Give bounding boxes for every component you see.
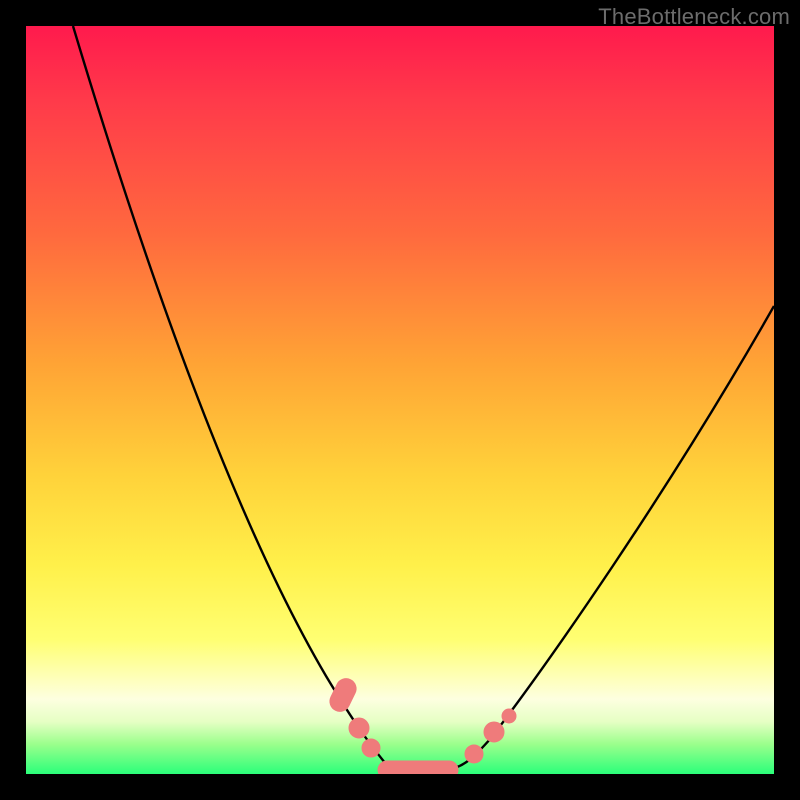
bottleneck-curve: [73, 26, 774, 771]
chart-svg: [26, 26, 774, 774]
chart-frame: TheBottleneck.com: [0, 0, 800, 800]
plot-area: [26, 26, 774, 774]
watermark-text: TheBottleneck.com: [598, 4, 790, 30]
marker-group: [327, 675, 516, 774]
